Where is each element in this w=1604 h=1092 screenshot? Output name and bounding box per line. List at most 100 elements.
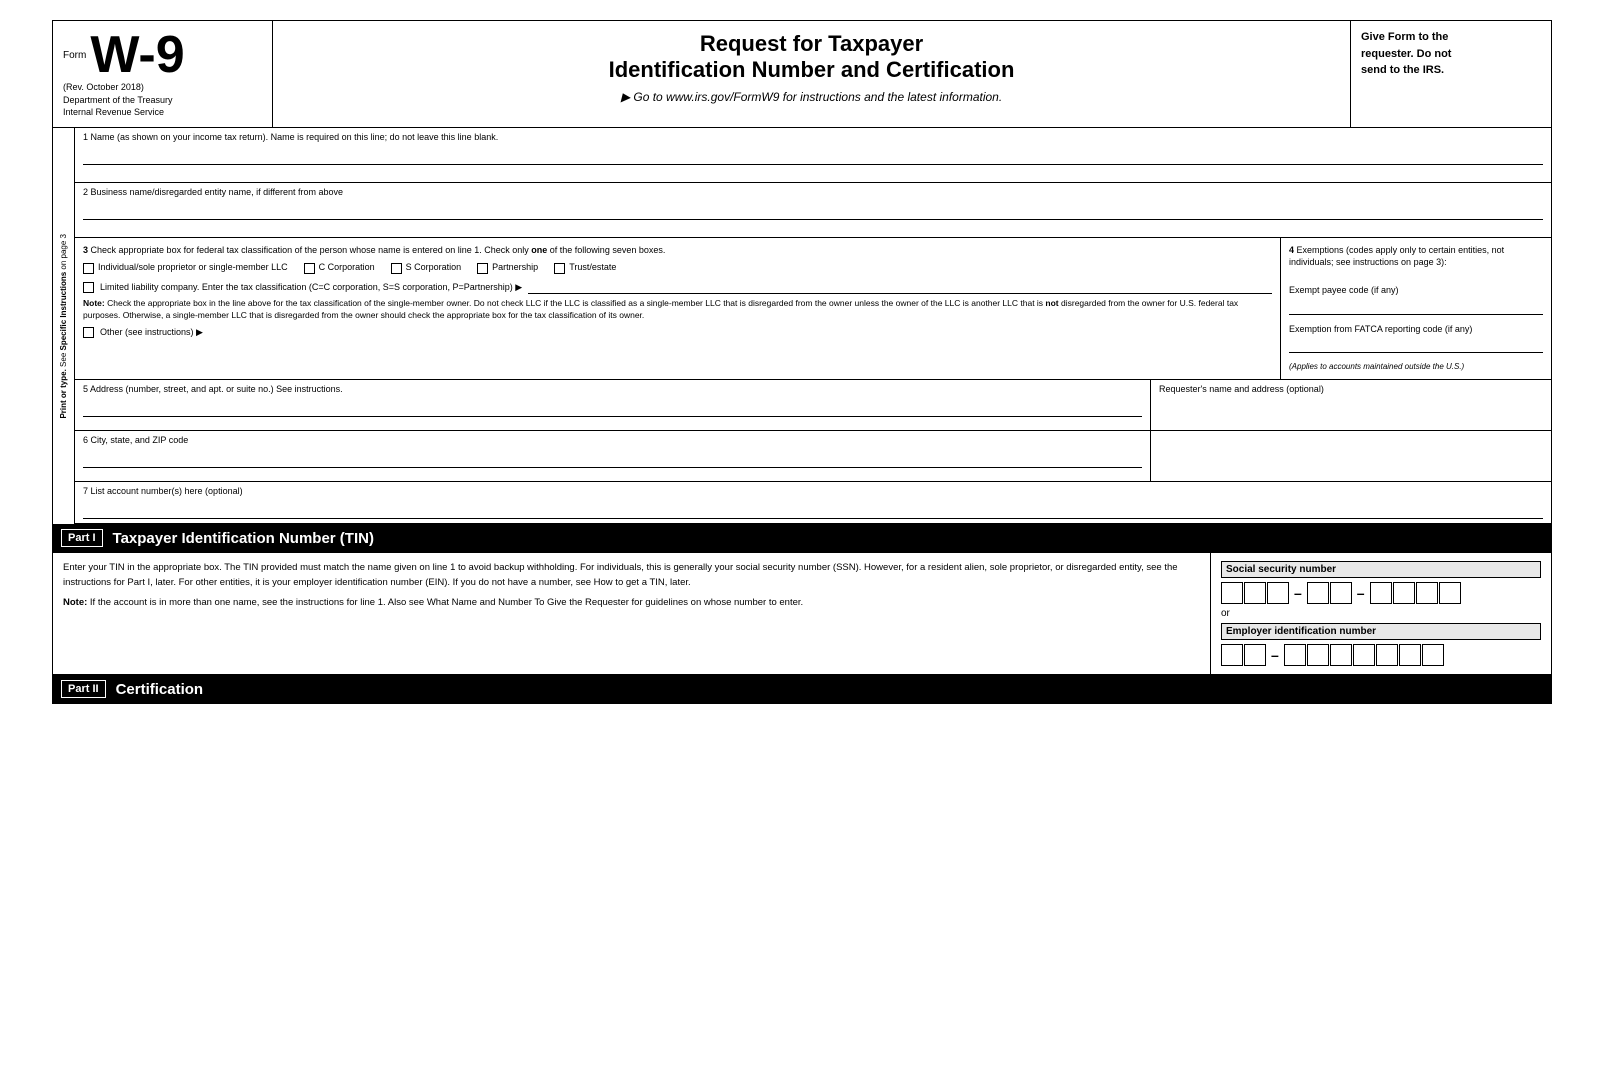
ein-box-8[interactable] [1399,644,1421,666]
part-i-badge: Part I [61,529,103,547]
requester-label: Requester's name and address (optional) [1159,384,1543,396]
note-text: Note: Check the appropriate box in the l… [83,298,1272,322]
form-label: Form [63,50,86,61]
checkbox-trust: Trust/estate [554,262,616,274]
checkbox-s-corp: S Corporation [391,262,462,274]
address-area: 5 Address (number, street, and apt. or s… [75,380,1551,431]
form-fields: 1 Name (as shown on your income tax retu… [75,128,1551,525]
or-text: or [1221,608,1541,619]
llc-label: Limited liability company. Enter the tax… [100,282,522,293]
ein-label: Employer identification number [1221,623,1541,640]
field-2-label: 2 Business name/disregarded entity name,… [83,187,1543,199]
part-i-note: Note: If the account is in more than one… [63,596,1200,610]
part-i-tin-area: Social security number – – [1211,553,1551,674]
ein-boxes: – [1221,644,1541,666]
ssn-box-5[interactable] [1330,582,1352,604]
checkbox-c-corp-label: C Corporation [319,262,375,272]
ein-box-4[interactable] [1307,644,1329,666]
field-2-input[interactable] [83,202,1543,220]
field-7-input[interactable] [83,501,1543,519]
ssn-box-1[interactable] [1221,582,1243,604]
ssn-box-2[interactable] [1244,582,1266,604]
ein-box-6[interactable] [1353,644,1375,666]
sidebar-text: Print or type. See Specific Instructions… [59,234,69,419]
sidebar: Print or type. See Specific Instructions… [53,128,75,525]
other-label: Other (see instructions) ▶ [100,327,203,338]
give-form-line3: send to the IRS. [1361,64,1444,76]
classification-left: 3 Check appropriate box for federal tax … [75,238,1281,379]
header-center: Request for Taxpayer Identification Numb… [273,21,1351,127]
ein-dash: – [1269,647,1281,663]
department: Department of the Treasury [63,94,262,107]
checkbox-s-corp-box[interactable] [391,263,402,274]
ssn-dash-1: – [1292,585,1304,601]
requester-area: Requester's name and address (optional) [1151,380,1551,430]
part-i-body: Enter your TIN in the appropriate box. T… [53,553,1551,675]
ssn-group-1 [1221,582,1289,604]
part-ii-badge: Part II [61,680,106,698]
ssn-dash-2: – [1355,585,1367,601]
ein-box-7[interactable] [1376,644,1398,666]
checkboxes-row: Individual/sole proprietor or single-mem… [83,262,1272,274]
form-header: Form W-9 (Rev. October 2018) Department … [53,21,1551,128]
part-i-title: Taxpayer Identification Number (TIN) [113,530,374,547]
field-3-label: 3 Check appropriate box for federal tax … [83,244,1272,257]
form-body: Print or type. See Specific Instructions… [53,128,1551,525]
requester-area-2 [1151,431,1551,481]
exempt-payee-label: Exempt payee code (if any) [1289,284,1543,297]
checkbox-partnership-label: Partnership [492,262,538,272]
ssn-label: Social security number [1221,561,1541,578]
exemptions-header: 4 Exemptions (codes apply only to certai… [1289,244,1543,269]
part-ii-title: Certification [116,681,204,698]
checkbox-individual-box[interactable] [83,263,94,274]
llc-input[interactable] [528,280,1272,294]
checkbox-other-box[interactable] [83,327,94,338]
applies-note: (Applies to accounts maintained outside … [1289,361,1543,372]
ssn-group-2 [1307,582,1352,604]
form-subtitle: ▶ Go to www.irs.gov/FormW9 for instructi… [293,90,1330,104]
ein-group-2 [1284,644,1444,666]
field-1-row: 1 Name (as shown on your income tax retu… [75,128,1551,183]
ein-group-1 [1221,644,1266,666]
checkbox-trust-box[interactable] [554,263,565,274]
field-5-label: 5 Address (number, street, and apt. or s… [83,384,1142,396]
fatca-input[interactable] [1289,337,1543,353]
header-left: Form W-9 (Rev. October 2018) Department … [53,21,273,127]
other-row: Other (see instructions) ▶ [83,326,1272,338]
ssn-box-7[interactable] [1393,582,1415,604]
checkbox-partnership: Partnership [477,262,538,274]
field-6-area: 6 City, state, and ZIP code [75,431,1151,481]
ssn-box-3[interactable] [1267,582,1289,604]
classification-area: 3 Check appropriate box for federal tax … [75,238,1551,380]
field-1-input[interactable] [83,147,1543,165]
ein-box-2[interactable] [1244,644,1266,666]
ein-box-5[interactable] [1330,644,1352,666]
irs: Internal Revenue Service [63,106,262,119]
ssn-box-9[interactable] [1439,582,1461,604]
form-number: W-9 [90,29,184,81]
ssn-box-8[interactable] [1416,582,1438,604]
checkbox-c-corp: C Corporation [304,262,375,274]
field-1-label: 1 Name (as shown on your income tax retu… [83,132,1543,144]
ssn-boxes: – – [1221,582,1541,604]
ein-box-1[interactable] [1221,644,1243,666]
field-7-label: 7 List account number(s) here (optional) [83,486,1543,498]
ssn-box-6[interactable] [1370,582,1392,604]
llc-row: Limited liability company. Enter the tax… [83,280,1272,294]
field-5-input[interactable] [83,399,1142,417]
checkbox-llc-box[interactable] [83,282,94,293]
field-6-input[interactable] [83,450,1142,468]
header-right: Give Form to the requester. Do not send … [1351,21,1551,127]
checkbox-partnership-box[interactable] [477,263,488,274]
checkbox-c-corp-box[interactable] [304,263,315,274]
w9-form: Form W-9 (Rev. October 2018) Department … [52,20,1552,704]
city-area: 6 City, state, and ZIP code [75,431,1551,482]
ssn-box-4[interactable] [1307,582,1329,604]
classification-right: 4 Exemptions (codes apply only to certai… [1281,238,1551,379]
ein-box-9[interactable] [1422,644,1444,666]
field-2-row: 2 Business name/disregarded entity name,… [75,183,1551,238]
ein-box-3[interactable] [1284,644,1306,666]
checkbox-individual-label: Individual/sole proprietor or single-mem… [98,262,288,272]
exempt-payee-input[interactable] [1289,299,1543,315]
fatca-label: Exemption from FATCA reporting code (if … [1289,323,1543,336]
